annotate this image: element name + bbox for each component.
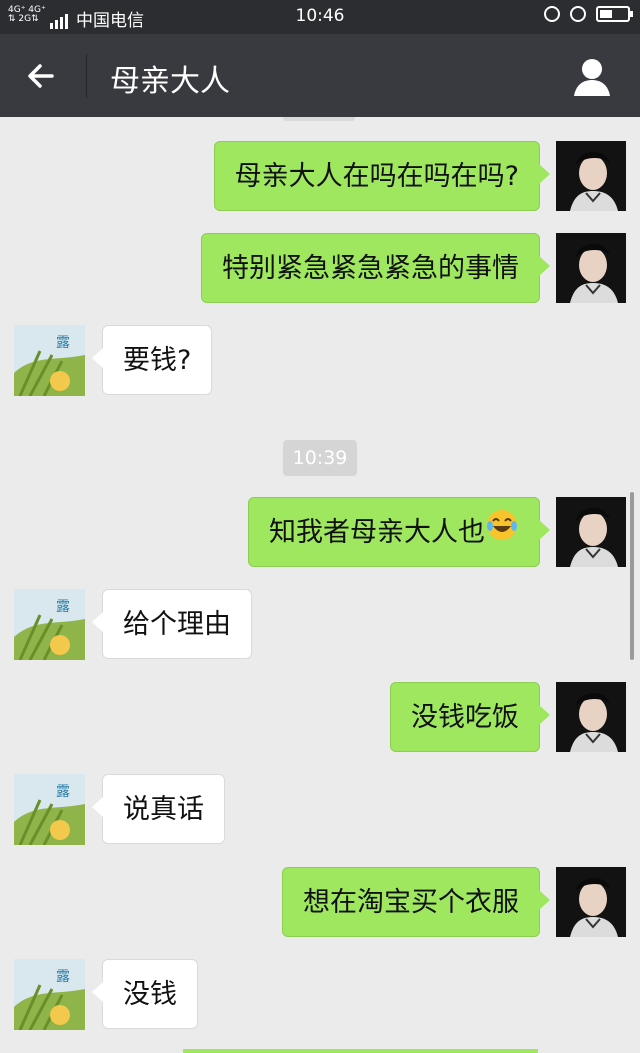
my-avatar-photo bbox=[556, 141, 626, 211]
rotation-lock-icon bbox=[544, 6, 560, 22]
my-avatar-photo bbox=[556, 867, 626, 937]
contact-avatar[interactable]: 露 bbox=[14, 959, 85, 1030]
chat-header: 母亲大人 bbox=[0, 34, 640, 117]
my-avatar[interactable] bbox=[556, 497, 626, 567]
contact-avatar[interactable]: 露 bbox=[14, 774, 85, 845]
chat-title: 母亲大人 bbox=[110, 64, 230, 99]
message-bubble-received[interactable]: 要钱? bbox=[91, 325, 213, 395]
my-avatar[interactable] bbox=[556, 233, 626, 303]
avatar-lettering: 露 bbox=[56, 335, 70, 351]
avatar-lettering: 露 bbox=[56, 969, 70, 985]
next-message-peek bbox=[183, 1049, 538, 1053]
header-divider bbox=[86, 54, 87, 98]
chat-info-button[interactable] bbox=[570, 54, 614, 98]
alarm-icon bbox=[570, 6, 586, 22]
message-list[interactable]: 母亲大人在吗在吗在吗? 特别紧急紧急紧急的事情 露 要钱? 10:39 知我者母… bbox=[0, 117, 640, 1053]
message-bubble-sent[interactable]: 没钱吃饭 bbox=[390, 682, 550, 752]
message-bubble-sent[interactable]: 知我者母亲大人也 bbox=[248, 497, 550, 569]
contact-avatar-photo: 露 bbox=[14, 589, 85, 660]
contact-avatar-photo: 露 bbox=[14, 325, 85, 396]
my-avatar-photo bbox=[556, 497, 626, 567]
contact-avatar[interactable]: 露 bbox=[14, 325, 85, 396]
scrollbar[interactable] bbox=[630, 492, 634, 660]
my-avatar[interactable] bbox=[556, 141, 626, 211]
pull-indicator bbox=[283, 117, 355, 121]
message-bubble-received[interactable]: 给个理由 bbox=[92, 589, 252, 659]
message-bubble-received[interactable]: 说真话 bbox=[92, 774, 225, 844]
message-bubble-sent[interactable]: 母亲大人在吗在吗在吗? bbox=[213, 141, 551, 211]
contact-avatar-photo: 露 bbox=[14, 774, 85, 845]
message-bubble-sent[interactable]: 特别紧急紧急紧急的事情 bbox=[201, 233, 550, 303]
time-divider: 10:39 bbox=[283, 440, 357, 476]
avatar-lettering: 露 bbox=[56, 784, 70, 800]
contact-avatar[interactable]: 露 bbox=[14, 589, 85, 660]
back-arrow-icon bbox=[28, 64, 54, 88]
message-bubble-sent[interactable]: 想在淘宝买个衣服 bbox=[282, 867, 550, 937]
status-bar: 4G⁺ 4G⁺ ⇅ 2G⇅ 中国电信 10:46 bbox=[0, 0, 640, 34]
message-text: 知我者母亲大人也 bbox=[269, 517, 485, 548]
battery-icon bbox=[596, 6, 633, 22]
message-bubble-received[interactable]: 没钱 bbox=[92, 959, 198, 1029]
my-avatar-photo bbox=[556, 682, 626, 752]
back-button[interactable] bbox=[22, 54, 66, 98]
avatar-lettering: 露 bbox=[56, 599, 70, 615]
tears-of-joy-icon bbox=[485, 499, 519, 569]
my-avatar[interactable] bbox=[556, 682, 626, 752]
my-avatar-photo bbox=[556, 233, 626, 303]
my-avatar[interactable] bbox=[556, 867, 626, 937]
person-icon bbox=[574, 59, 610, 96]
contact-avatar-photo: 露 bbox=[14, 959, 85, 1030]
